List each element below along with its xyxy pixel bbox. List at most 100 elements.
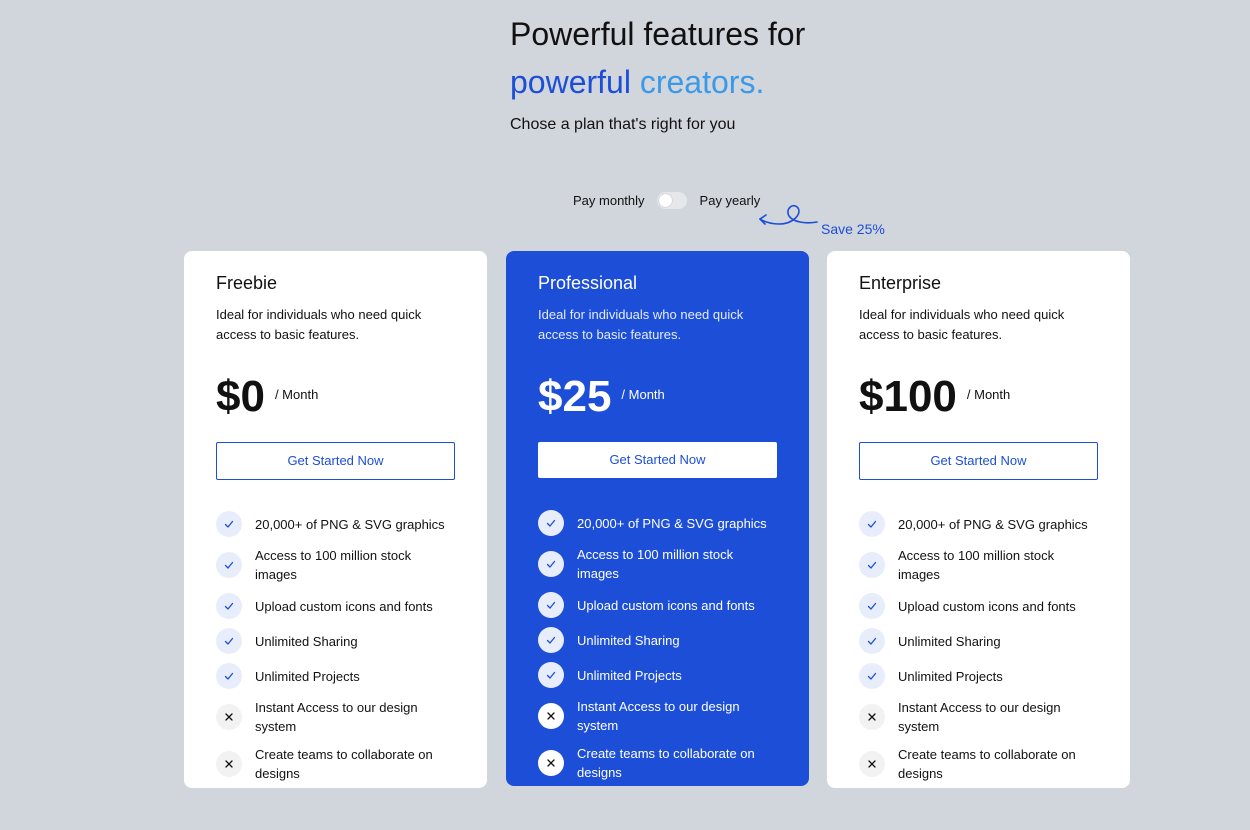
get-started-button[interactable]: Get Started Now xyxy=(538,442,777,478)
check-icon xyxy=(859,663,885,689)
plan-card-enterprise: Enterprise Ideal for individuals who nee… xyxy=(827,251,1130,788)
price-period: / Month xyxy=(966,387,1011,402)
feature-text: Access to 100 million stock images xyxy=(577,547,734,581)
feature-text: Access to 100 million stock images xyxy=(898,548,1055,582)
feature-text: Upload custom icons and fonts xyxy=(577,597,755,613)
check-icon xyxy=(538,662,564,688)
hero-accent-word-2: creators. xyxy=(639,64,765,100)
feature-item: Unlimited Sharing xyxy=(216,628,455,654)
feature-item: Access to 100 million stock images xyxy=(859,546,1098,584)
price-period: / Month xyxy=(621,387,665,402)
check-icon xyxy=(216,663,242,689)
plan-name: Enterprise xyxy=(859,273,942,293)
check-icon xyxy=(859,628,885,654)
check-icon xyxy=(538,627,564,653)
feature-text: Create teams to collaborate on designs xyxy=(898,747,1076,781)
toggle-knob xyxy=(658,194,672,207)
feature-text: Instant Access to our design system xyxy=(255,700,418,734)
pay-monthly-label[interactable]: Pay monthly xyxy=(573,193,645,208)
feature-text: Instant Access to our design system xyxy=(577,699,740,733)
check-icon xyxy=(538,510,564,536)
hero-title: Powerful features for xyxy=(510,16,806,52)
feature-item: Instant Access to our design system xyxy=(538,697,777,735)
feature-text: 20,000+ of PNG & SVG graphics xyxy=(898,516,1088,532)
feature-text: Upload custom icons and fonts xyxy=(255,598,433,614)
price-period: / Month xyxy=(274,387,319,402)
plan-description: Ideal for individuals who need quick acc… xyxy=(859,307,1065,342)
check-icon xyxy=(216,593,242,619)
feature-list: 20,000+ of PNG & SVG graphics Access to 1… xyxy=(216,511,455,783)
hero-accent-word-1: powerful xyxy=(510,64,631,100)
feature-item: Unlimited Sharing xyxy=(538,627,777,653)
check-icon xyxy=(859,511,885,537)
billing-toggle-switch[interactable] xyxy=(656,192,687,209)
x-icon xyxy=(538,703,564,729)
check-icon xyxy=(859,593,885,619)
feature-item: Unlimited Projects xyxy=(216,663,455,689)
check-icon xyxy=(538,551,564,577)
plan-description: Ideal for individuals who need quick acc… xyxy=(538,307,744,342)
feature-list: 20,000+ of PNG & SVG graphics Access to 1… xyxy=(538,510,777,782)
feature-text: Instant Access to our design system xyxy=(898,700,1061,734)
feature-item: Upload custom icons and fonts xyxy=(538,592,777,618)
feature-item: Instant Access to our design system xyxy=(859,698,1098,736)
curved-arrow-icon xyxy=(759,204,818,225)
x-icon xyxy=(216,704,242,730)
feature-text: Unlimited Projects xyxy=(255,668,360,684)
feature-text: Upload custom icons and fonts xyxy=(898,598,1076,614)
hero-section: Powerful features for powerful creators.… xyxy=(510,14,805,134)
feature-item: 20,000+ of PNG & SVG graphics xyxy=(538,510,777,536)
feature-item: Create teams to collaborate on designs xyxy=(859,745,1098,783)
feature-text: Unlimited Sharing xyxy=(577,632,680,648)
check-icon xyxy=(216,628,242,654)
plan-description: Ideal for individuals who need quick acc… xyxy=(216,307,422,342)
feature-text: Access to 100 million stock images xyxy=(255,548,412,582)
plan-card-professional: Professional Ideal for individuals who n… xyxy=(506,251,809,786)
price-row: $25 / Month xyxy=(538,372,777,422)
feature-text: Unlimited Sharing xyxy=(255,633,358,649)
hero-subtitle: Chose a plan that's right for you xyxy=(510,116,736,133)
get-started-button[interactable]: Get Started Now xyxy=(859,442,1098,480)
plan-price: $25 xyxy=(538,372,612,421)
plan-price: $100 xyxy=(859,372,957,421)
save-percent-label: Save 25% xyxy=(821,221,885,237)
plan-price: $0 xyxy=(216,372,265,421)
plan-name: Freebie xyxy=(216,273,278,293)
check-icon xyxy=(216,511,242,537)
feature-item: Upload custom icons and fonts xyxy=(859,593,1098,619)
check-icon xyxy=(216,552,242,578)
feature-text: 20,000+ of PNG & SVG graphics xyxy=(577,515,767,531)
feature-item: Upload custom icons and fonts xyxy=(216,593,455,619)
x-icon xyxy=(859,751,885,777)
x-icon xyxy=(216,751,242,777)
feature-text: Unlimited Sharing xyxy=(898,633,1001,649)
check-icon xyxy=(538,592,564,618)
get-started-button[interactable]: Get Started Now xyxy=(216,442,455,480)
feature-text: 20,000+ of PNG & SVG graphics xyxy=(255,516,445,532)
feature-text: Unlimited Projects xyxy=(898,668,1003,684)
price-row: $0 / Month xyxy=(216,372,455,422)
feature-item: Instant Access to our design system xyxy=(216,698,455,736)
feature-item: Create teams to collaborate on designs xyxy=(216,745,455,783)
feature-item: Unlimited Sharing xyxy=(859,628,1098,654)
feature-item: Access to 100 million stock images xyxy=(538,545,777,583)
feature-text: Unlimited Projects xyxy=(577,667,682,683)
feature-item: Access to 100 million stock images xyxy=(216,546,455,584)
x-icon xyxy=(538,750,564,776)
check-icon xyxy=(859,552,885,578)
hero-title-accent: powerful creators. xyxy=(510,62,805,102)
feature-item: Unlimited Projects xyxy=(859,663,1098,689)
plan-name: Professional xyxy=(538,273,638,293)
feature-list: 20,000+ of PNG & SVG graphics Access to 1… xyxy=(859,511,1098,783)
feature-item: 20,000+ of PNG & SVG graphics xyxy=(216,511,455,537)
x-icon xyxy=(859,704,885,730)
price-row: $100 / Month xyxy=(859,372,1098,422)
pay-yearly-label[interactable]: Pay yearly xyxy=(700,193,761,208)
feature-item: Unlimited Projects xyxy=(538,662,777,688)
feature-text: Create teams to collaborate on designs xyxy=(255,747,433,781)
feature-text: Create teams to collaborate on designs xyxy=(577,746,755,780)
plan-card-freebie: Freebie Ideal for individuals who need q… xyxy=(184,251,487,788)
feature-item: Create teams to collaborate on designs xyxy=(538,744,777,782)
feature-item: 20,000+ of PNG & SVG graphics xyxy=(859,511,1098,537)
billing-toggle-row: Pay monthly Pay yearly xyxy=(573,192,760,209)
